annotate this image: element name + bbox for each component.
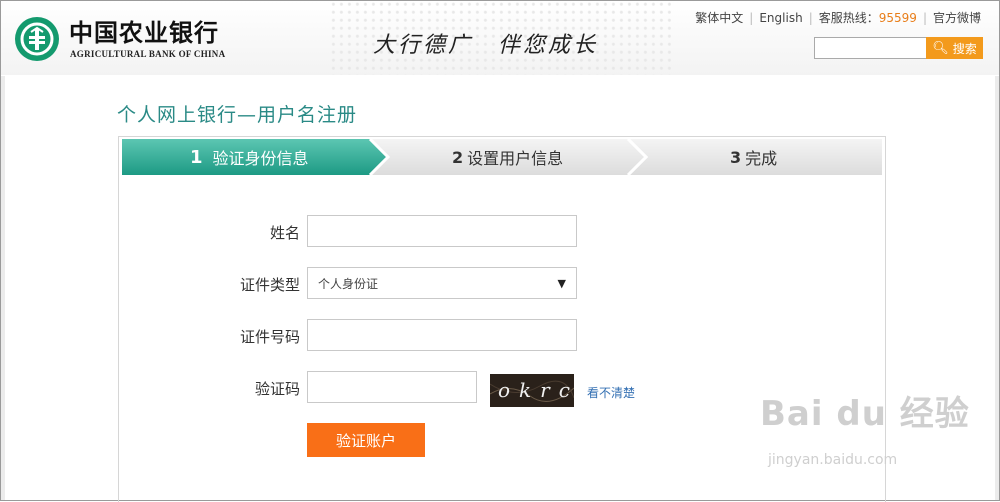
left-margin-bar xyxy=(1,76,5,500)
verify-account-button[interactable]: 验证账户 xyxy=(307,423,425,457)
search-button-label: 搜索 xyxy=(952,41,977,56)
abc-logo-icon[interactable] xyxy=(15,17,59,61)
step-number: 1 xyxy=(190,146,203,168)
site-header: 中国农业银行 AGRICULTURAL BANK OF CHINA 大行德广 伴… xyxy=(1,1,999,75)
step-number: 3 xyxy=(730,147,742,167)
step-3: 3 完成 xyxy=(730,139,777,175)
search-icon: 🔍︎ xyxy=(932,40,949,56)
bank-name-en: AGRICULTURAL BANK OF CHINA xyxy=(70,49,226,59)
step-label: 验证身份信息 xyxy=(212,149,309,168)
baidu-watermark-url: jingyan.baidu.com xyxy=(768,452,898,468)
step-label: 完成 xyxy=(745,149,778,168)
top-links: 繁体中文 | English | 客服热线：95599 | 官方微博 xyxy=(695,9,981,26)
hotline-number: 95599 xyxy=(878,11,917,25)
wheat-coin-icon xyxy=(20,22,54,56)
baidu-watermark: Bai du 经验 xyxy=(760,394,970,434)
captcha-refresh-link[interactable]: 看不清楚 xyxy=(587,384,635,401)
id-type-selected-value: 个人身份证 xyxy=(318,276,379,291)
right-margin-bar xyxy=(995,76,999,500)
search-button[interactable]: 🔍︎ 搜索 xyxy=(926,37,983,59)
bank-slogan: 大行德广 伴您成长 xyxy=(373,33,599,58)
captcha-input[interactable] xyxy=(307,371,477,403)
link-separator: | xyxy=(922,11,927,25)
english-link[interactable]: English xyxy=(759,11,802,25)
step-label: 设置用户信息 xyxy=(467,149,564,168)
hotline-label: 客服热线： xyxy=(818,11,879,25)
name-label: 姓名 xyxy=(269,224,300,242)
id-number-label: 证件号码 xyxy=(239,328,300,346)
site-search-input[interactable] xyxy=(814,37,934,59)
traditional-chinese-link[interactable]: 繁体中文 xyxy=(695,11,743,25)
step-2: 2 设置用户信息 xyxy=(452,139,563,175)
id-type-label: 证件类型 xyxy=(239,276,300,294)
dropdown-arrow-icon: ▼ xyxy=(557,276,566,290)
step-progress-bar: 1 验证身份信息 2 设置用户信息 3 完成 xyxy=(122,139,882,175)
captcha-label: 验证码 xyxy=(254,380,300,398)
id-number-input[interactable] xyxy=(307,319,577,351)
captcha-text: okrc xyxy=(498,378,574,402)
name-input[interactable] xyxy=(307,215,577,247)
link-separator: | xyxy=(749,11,754,25)
id-type-select[interactable]: 个人身份证 ▼ xyxy=(307,267,577,299)
bank-name-cn[interactable]: 中国农业银行 xyxy=(69,13,219,48)
link-separator: | xyxy=(808,11,813,25)
captcha-image[interactable]: okrc xyxy=(490,374,574,407)
page-title: 个人网上银行—用户名注册 xyxy=(117,104,358,126)
step-number: 2 xyxy=(452,147,464,167)
step-1-active: 1 验证身份信息 xyxy=(190,139,309,175)
weibo-link[interactable]: 官方微博 xyxy=(933,11,981,25)
